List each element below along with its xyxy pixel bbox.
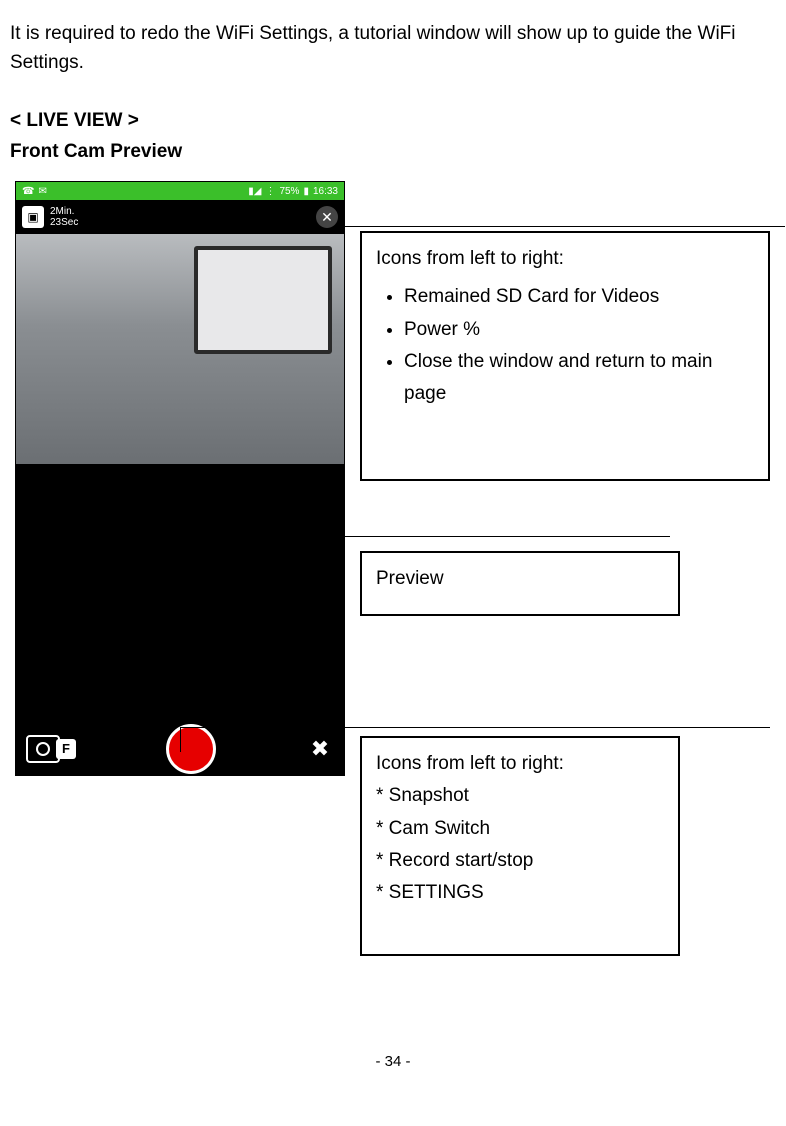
- list-item: Close the window and return to main page: [404, 346, 754, 411]
- list-item: * Record start/stop: [376, 845, 664, 877]
- annotation-preview: Preview: [360, 551, 680, 616]
- camera-preview: [16, 234, 344, 464]
- clock-text: 16:33: [313, 184, 338, 199]
- list-item: Remained SD Card for Videos: [404, 281, 754, 313]
- connector-line: [180, 727, 770, 728]
- page-number: - 34 -: [10, 1051, 776, 1074]
- annotation-top-icons: Icons from left to right: Remained SD Ca…: [360, 231, 770, 481]
- annotation-title: Icons from left to right:: [376, 748, 664, 780]
- phone-screenshot: ☎ ✉ ▮◢ ⋮ 75% ▮ 16:33 ▣ 2Min. 23Sec ✕ F: [15, 181, 345, 776]
- preview-black-area: [16, 464, 344, 724]
- sd-card-icon[interactable]: ▣: [22, 206, 44, 228]
- record-button[interactable]: [166, 724, 216, 774]
- signal-icon: ▮◢: [248, 184, 261, 199]
- sd-remaining-text: 2Min. 23Sec: [50, 206, 78, 228]
- subsection-title: Front Cam Preview: [10, 138, 776, 167]
- annotation-list: Remained SD Card for Videos Power % Clos…: [376, 281, 754, 410]
- battery-icon: ▮: [303, 184, 309, 199]
- list-item: * SETTINGS: [376, 877, 664, 909]
- list-item: * Snapshot: [376, 780, 664, 812]
- annotation-bottom-icons: Icons from left to right: * Snapshot * C…: [360, 736, 680, 956]
- close-icon[interactable]: ✕: [316, 206, 338, 228]
- mail-icon: ✉: [38, 184, 46, 199]
- connector-line: [210, 471, 211, 536]
- intro-text: It is required to redo the WiFi Settings…: [10, 20, 776, 77]
- connector-line: [345, 226, 785, 227]
- connector-line: [180, 727, 181, 752]
- connector-line: [210, 536, 670, 537]
- list-item: Power %: [404, 314, 754, 346]
- settings-icon[interactable]: ✖: [306, 735, 334, 763]
- statusbar-left-icons: ☎ ✉: [16, 184, 244, 199]
- annotation-title: Icons from left to right:: [376, 243, 754, 275]
- section-title: < LIVE VIEW >: [10, 107, 776, 136]
- annotation-title: Preview: [376, 563, 664, 595]
- figure-layout: ☎ ✉ ▮◢ ⋮ 75% ▮ 16:33 ▣ 2Min. 23Sec ✕ F: [10, 181, 776, 971]
- wifi-icon: ⋮: [265, 184, 275, 199]
- phone-topbar: ▣ 2Min. 23Sec ✕: [16, 200, 344, 234]
- phone-statusbar: ☎ ✉ ▮◢ ⋮ 75% ▮ 16:33: [16, 182, 344, 200]
- snapshot-and-switch-group: F: [26, 735, 76, 763]
- list-item: * Cam Switch: [376, 813, 664, 845]
- phone-icon: ☎: [22, 184, 34, 199]
- snapshot-icon[interactable]: [26, 735, 60, 763]
- battery-percent: 75%: [279, 184, 299, 199]
